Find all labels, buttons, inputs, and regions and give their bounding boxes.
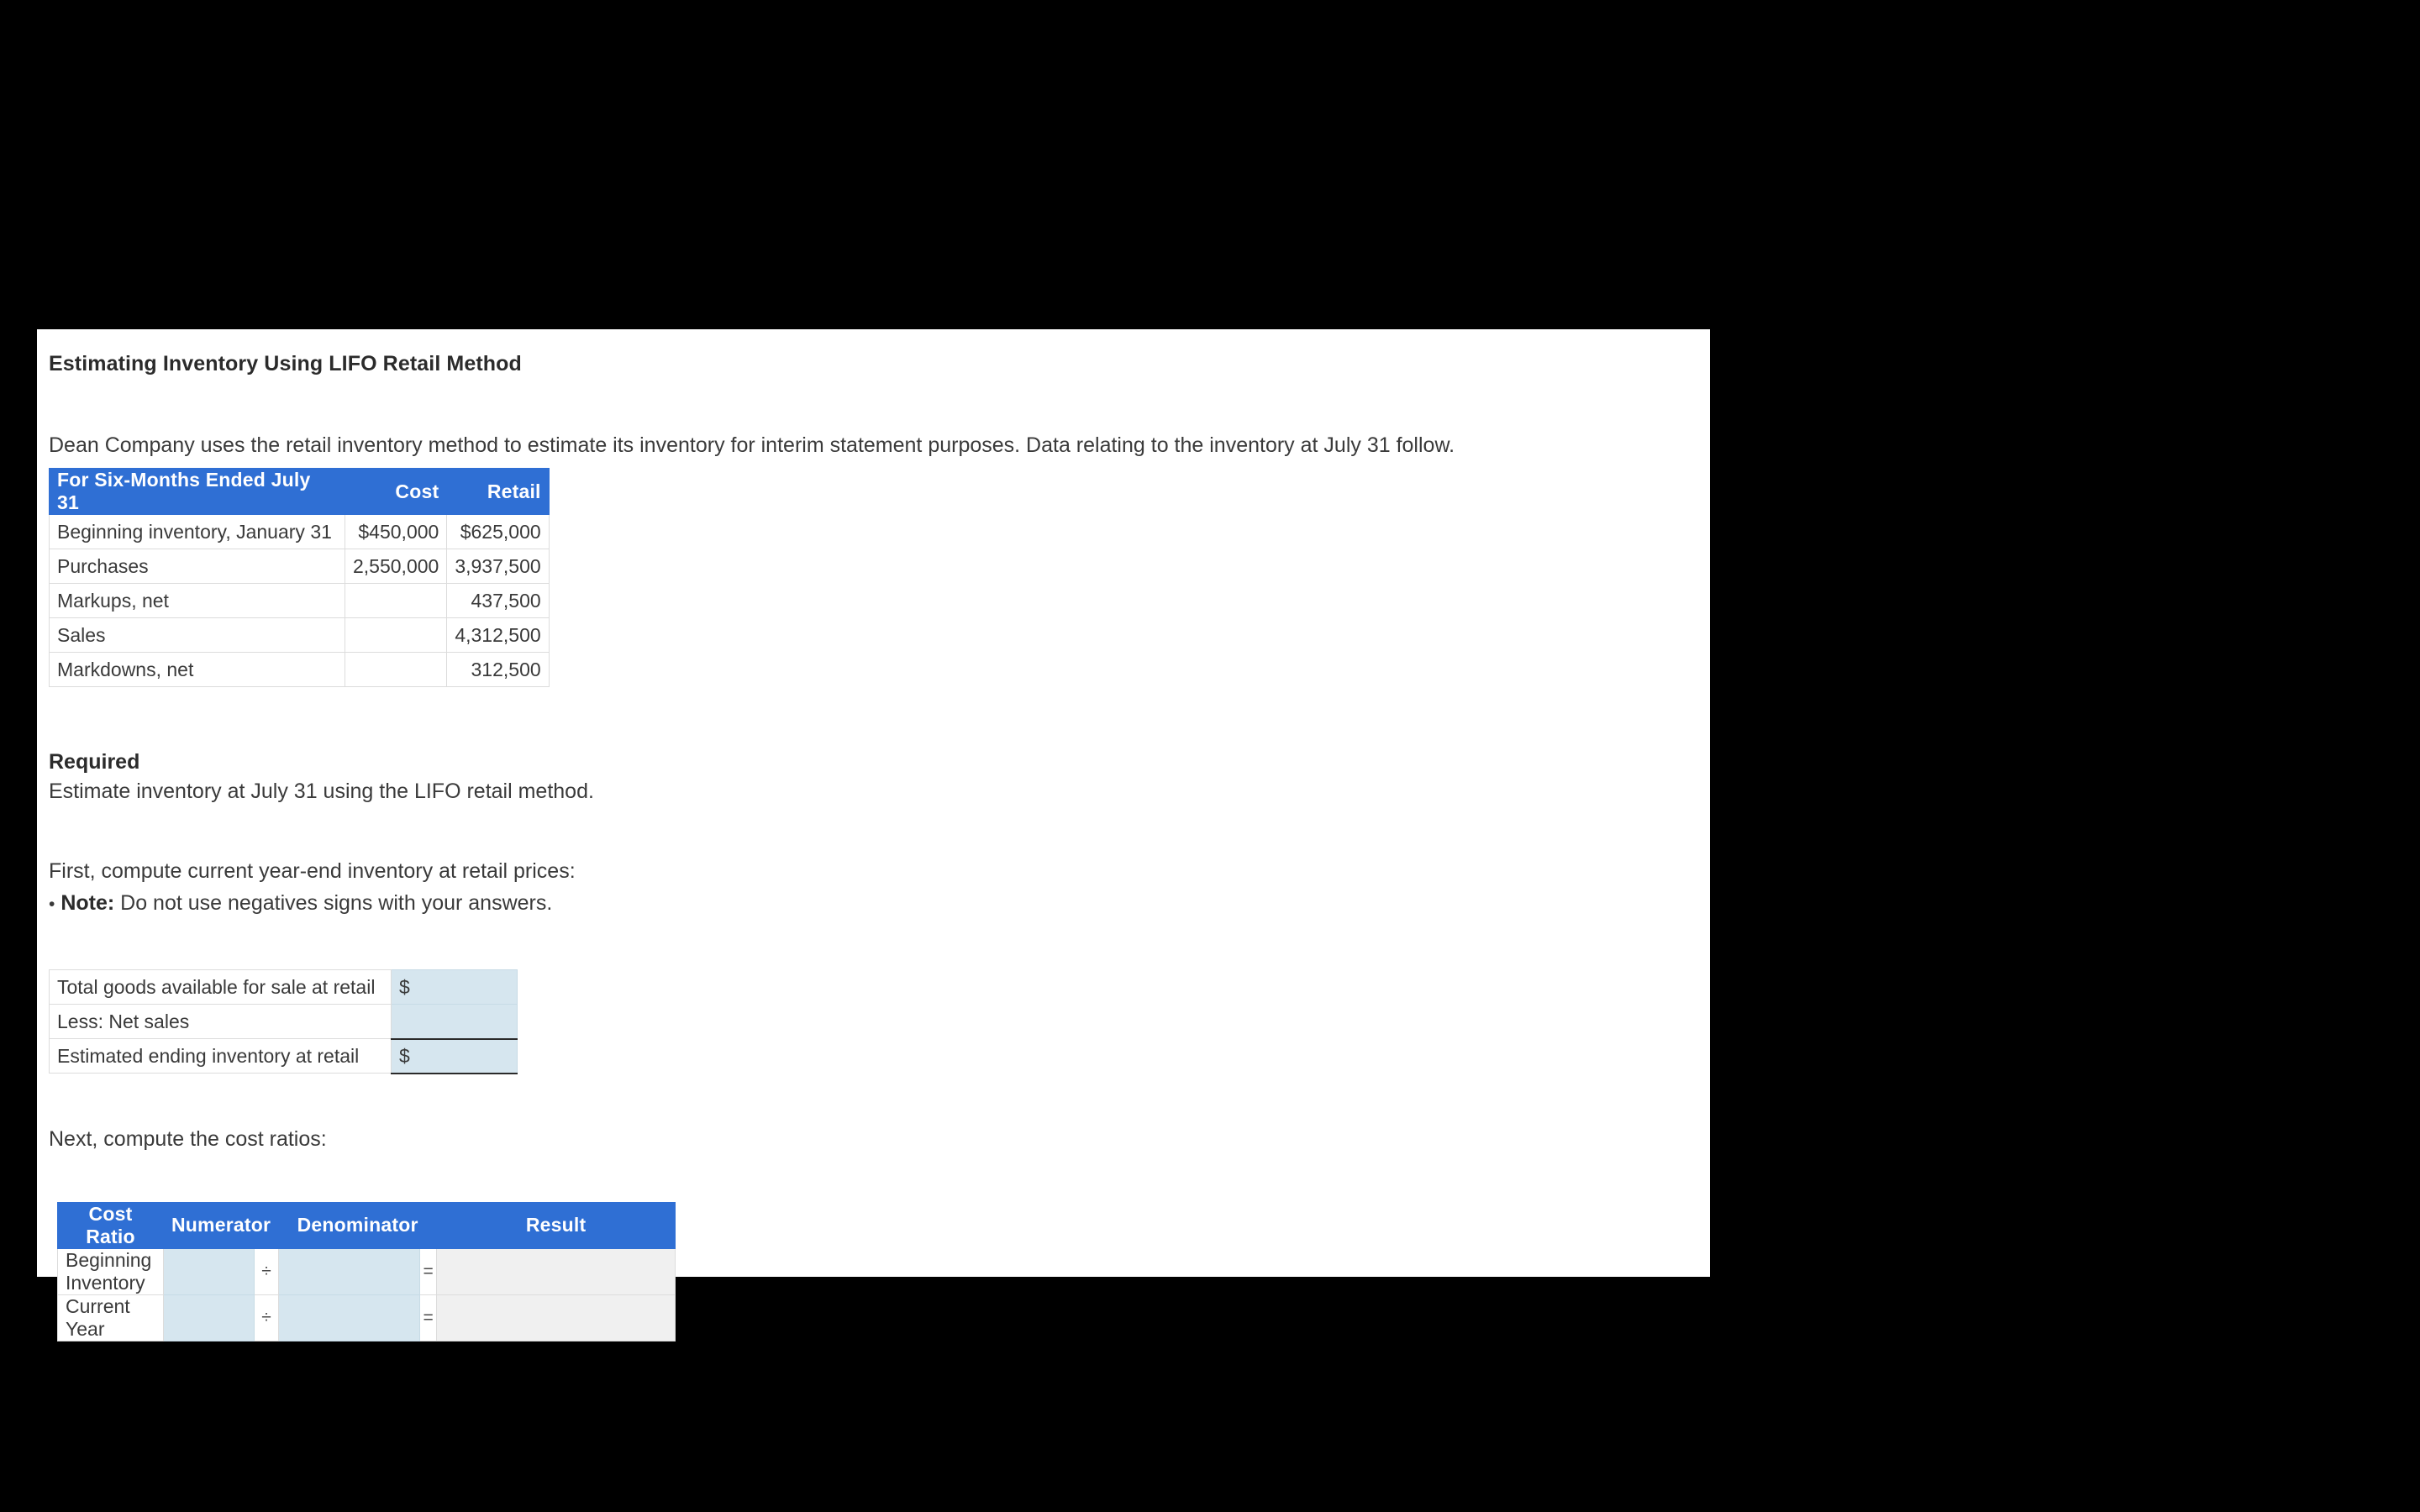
- table-row: Sales 4,312,500: [49, 617, 550, 653]
- data-header-period: For Six-Months Ended July 31: [49, 468, 345, 515]
- table-row: Markups, net 437,500: [49, 583, 550, 618]
- data-table-head: For Six-Months Ended July 31 Cost Retail: [49, 468, 550, 515]
- table-row: Beginning Inventory ÷ =: [57, 1247, 676, 1295]
- retail-row-label: Total goods available for sale at retail: [49, 969, 392, 1005]
- data-cell-label: Beginning inventory, January 31: [49, 514, 345, 549]
- retail-table-body: Total goods available for sale at retail…: [49, 969, 518, 1074]
- table-row: Beginning inventory, January 31 $450,000…: [49, 514, 550, 549]
- divide-icon: ÷: [253, 1294, 280, 1341]
- ratio-header-denominator: Denominator: [278, 1201, 438, 1249]
- required-heading: Required: [49, 750, 140, 774]
- data-header-cost: Cost: [344, 468, 448, 515]
- first-instruction: First, compute current year-end inventor…: [49, 859, 576, 883]
- ratio-input-denominator-beginning[interactable]: [278, 1247, 421, 1295]
- data-cell-retail: $625,000: [446, 514, 550, 549]
- document-page: Estimating Inventory Using LIFO Retail M…: [37, 329, 1710, 1341]
- data-cell-retail: 4,312,500: [446, 617, 550, 653]
- retail-row-label: Less: Net sales: [49, 1004, 392, 1039]
- retail-input-ending-inventory[interactable]: $: [391, 1037, 518, 1074]
- table-row: Purchases 2,550,000 3,937,500: [49, 549, 550, 584]
- data-table-body: Beginning inventory, January 31 $450,000…: [49, 514, 550, 687]
- data-cell-label: Markdowns, net: [49, 652, 345, 687]
- data-cell-cost: [344, 652, 448, 687]
- page-title: Estimating Inventory Using LIFO Retail M…: [49, 352, 522, 375]
- retail-input-total-goods[interactable]: $: [391, 969, 518, 1005]
- table-row: Current Year ÷ =: [57, 1294, 676, 1341]
- ratio-header-result: Result: [436, 1201, 676, 1249]
- data-cell-label: Purchases: [49, 549, 345, 584]
- note-text: Do not use negatives signs with your ans…: [120, 891, 553, 915]
- ratio-table-header-row: Cost Ratio Numerator Denominator Result: [57, 1201, 676, 1249]
- data-table-header-row: For Six-Months Ended July 31 Cost Retail: [49, 468, 550, 515]
- data-cell-cost: 2,550,000: [344, 549, 448, 584]
- data-cell-retail: 3,937,500: [446, 549, 550, 584]
- ratio-input-denominator-current[interactable]: [278, 1294, 421, 1341]
- note-label: Note:: [60, 891, 115, 915]
- required-text: Estimate inventory at July 31 using the …: [49, 780, 594, 803]
- divide-icon: ÷: [253, 1247, 280, 1295]
- ratio-result-beginning: [436, 1247, 676, 1295]
- table-row: Total goods available for sale at retail…: [49, 969, 518, 1005]
- equals-icon: =: [419, 1294, 438, 1341]
- data-cell-label: Sales: [49, 617, 345, 653]
- inventory-data-table: For Six-Months Ended July 31 Cost Retail…: [49, 468, 550, 687]
- data-cell-retail: 437,500: [446, 583, 550, 618]
- intro-paragraph: Dean Company uses the retail inventory m…: [49, 433, 1455, 457]
- data-cell-cost: [344, 583, 448, 618]
- bullet-icon: •: [49, 895, 55, 914]
- table-row: Markdowns, net 312,500: [49, 652, 550, 687]
- data-cell-cost: [344, 617, 448, 653]
- retail-computation-table: Total goods available for sale at retail…: [49, 969, 518, 1074]
- data-cell-label: Markups, net: [49, 583, 345, 618]
- ratio-header-cost-ratio: Cost Ratio: [57, 1201, 164, 1249]
- data-header-retail: Retail: [446, 468, 550, 515]
- retail-input-net-sales[interactable]: [391, 1004, 518, 1039]
- data-cell-cost: $450,000: [344, 514, 448, 549]
- table-row: Less: Net sales: [49, 1004, 518, 1039]
- ratio-result-current: [436, 1294, 676, 1341]
- ratio-row-label-beginning-inventory: Beginning Inventory: [57, 1247, 164, 1295]
- ratio-header-numerator: Numerator: [162, 1201, 280, 1249]
- equals-icon: =: [419, 1247, 438, 1295]
- next-instruction: Next, compute the cost ratios:: [49, 1126, 327, 1151]
- ratio-row-label-current-year: Current Year: [57, 1294, 164, 1341]
- ratio-table-body: Beginning Inventory ÷ = Current Year ÷ =: [57, 1247, 676, 1341]
- data-cell-retail: 312,500: [446, 652, 550, 687]
- note-line: • Note: Do not use negatives signs with …: [49, 890, 1710, 917]
- table-row: Estimated ending inventory at retail $: [49, 1037, 518, 1074]
- ratio-table-head: Cost Ratio Numerator Denominator Result: [57, 1201, 676, 1249]
- ratio-input-numerator-current[interactable]: [163, 1294, 255, 1341]
- cost-ratio-table: Cost Ratio Numerator Denominator Result …: [57, 1201, 676, 1341]
- retail-row-label: Estimated ending inventory at retail: [49, 1038, 392, 1074]
- ratio-input-numerator-beginning[interactable]: [163, 1247, 255, 1295]
